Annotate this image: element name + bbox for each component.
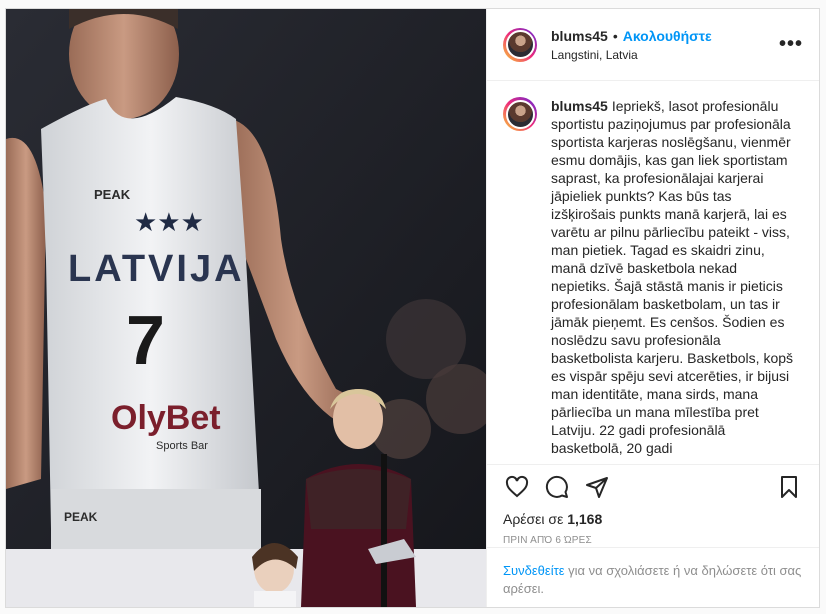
post-photo[interactable]: PEAK ★★★ LATVIJA 7 OlyBet Sports Bar PEA… xyxy=(6,9,486,607)
jersey-sponsor: OlyBet xyxy=(111,399,221,437)
caption-username[interactable]: blums45 xyxy=(551,98,608,114)
caption: blums45 Iepriekš, lasot profesionālu spor… xyxy=(551,97,796,457)
avatar[interactable] xyxy=(503,27,537,62)
jersey-stars: ★★★ xyxy=(134,207,204,237)
header-top-line: blums45 • Ακολουθήστε xyxy=(551,28,779,44)
post-side-panel: blums45 • Ακολουθήστε Langstini, Latvia … xyxy=(486,9,819,607)
jersey-brand-bottom: PEAK xyxy=(64,510,98,524)
post-photo-illustration: PEAK ★★★ LATVIJA 7 OlyBet Sports Bar PEA… xyxy=(6,9,486,607)
jersey-team: LATVIJA xyxy=(68,248,245,290)
login-link[interactable]: Συνδεθείτε xyxy=(503,563,565,578)
caption-text: Iepriekš, lasot profesionālu sportistu p… xyxy=(551,98,794,456)
bookmark-icon[interactable] xyxy=(775,473,803,501)
share-icon[interactable] xyxy=(583,473,611,501)
post-timestamp[interactable]: ΠΡΙΝ ΑΠΌ 6 ΏΡΕΣ xyxy=(487,527,819,546)
caption-avatar-image xyxy=(505,99,535,129)
instagram-post: PEAK ★★★ LATVIJA 7 OlyBet Sports Bar PEA… xyxy=(5,8,820,608)
caption-row: blums45 Iepriekš, lasot profesionālu spor… xyxy=(503,97,803,457)
follow-button[interactable]: Ακολουθήστε xyxy=(623,28,712,44)
login-prompt: Συνδεθείτε για να σχολιάσετε ή να δηλώσε… xyxy=(487,547,819,607)
likes-number: 1,168 xyxy=(567,511,603,527)
jersey-sponsor-sub: Sports Bar xyxy=(156,440,208,452)
jersey-number: 7 xyxy=(126,301,165,379)
action-bar xyxy=(487,465,819,505)
separator-dot: • xyxy=(612,27,618,44)
heart-icon[interactable] xyxy=(503,473,531,501)
header-text: blums45 • Ακολουθήστε Langstini, Latvia xyxy=(551,28,779,62)
username-link[interactable]: blums45 xyxy=(551,28,608,44)
likes-count[interactable]: Αρέσει σε 1,168 xyxy=(487,505,819,527)
more-options-icon[interactable]: ••• xyxy=(779,33,803,56)
caption-avatar[interactable] xyxy=(503,97,537,131)
comments-section[interactable]: blums45 Iepriekš, lasot profesionālu spor… xyxy=(487,81,819,465)
avatar-image xyxy=(505,30,535,59)
location-link[interactable]: Langstini, Latvia xyxy=(551,48,779,62)
comment-icon[interactable] xyxy=(543,473,571,501)
jersey-brand: PEAK xyxy=(94,187,131,202)
likes-prefix: Αρέσει σε xyxy=(503,511,564,527)
post-header: blums45 • Ακολουθήστε Langstini, Latvia … xyxy=(487,9,819,81)
